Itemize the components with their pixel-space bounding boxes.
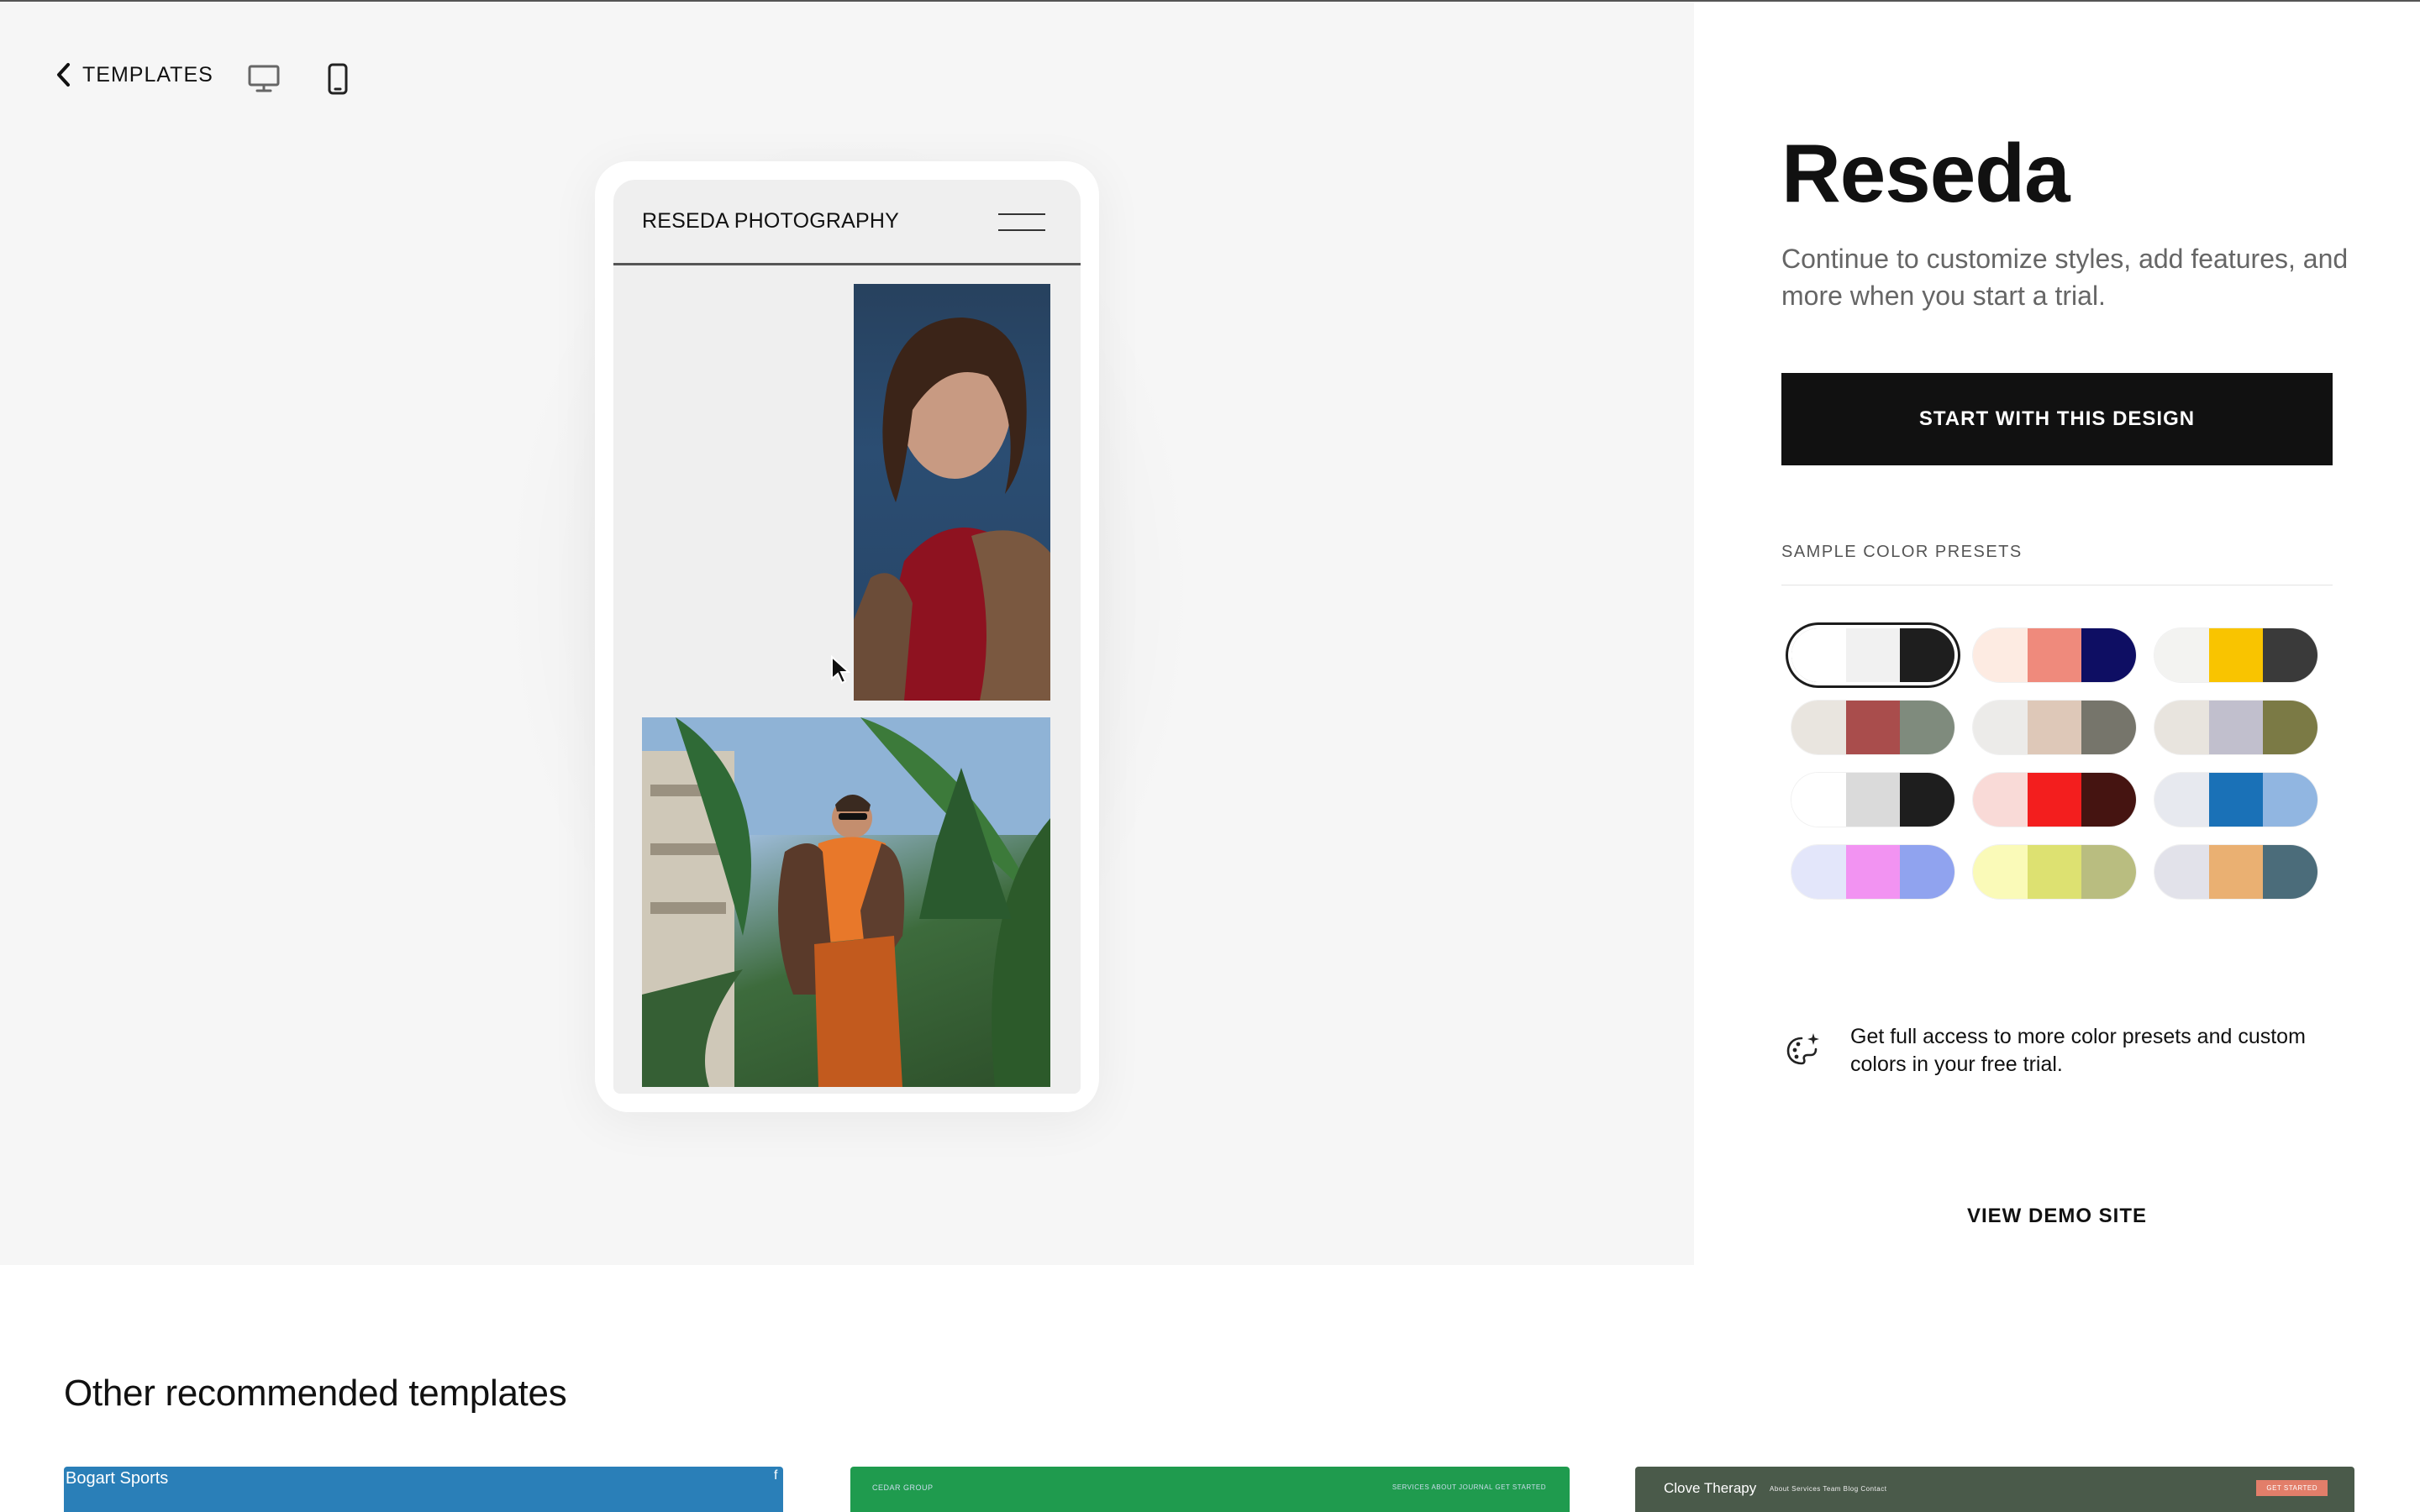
swatch-color: [2027, 845, 2082, 899]
swatch-color: [2263, 701, 2317, 754]
swatch-color: [2027, 773, 2082, 827]
swatch-color: [2263, 845, 2317, 899]
back-to-templates-link[interactable]: TEMPLATES: [55, 62, 213, 87]
swatch-color: [1973, 845, 2028, 899]
view-demo-site-link[interactable]: VIEW DEMO SITE: [1781, 1205, 2333, 1228]
swatch-color: [1900, 628, 1954, 682]
swatch-color: [1973, 773, 2028, 827]
swatch-color: [1900, 773, 1954, 827]
color-preset-swatch[interactable]: [1791, 701, 1954, 754]
portrait-photo: [854, 284, 1050, 701]
swatch-color: [1791, 701, 1846, 754]
swatch-color: [1845, 628, 1901, 682]
mobile-preview-frame: RESEDA PHOTOGRAPHY: [595, 161, 1099, 1112]
swatch-color: [2154, 845, 2209, 899]
hamburger-menu-icon[interactable]: [998, 213, 1045, 232]
swatch-color: [2263, 628, 2317, 682]
color-preset-swatch[interactable]: [1973, 628, 2136, 682]
color-preset-swatch[interactable]: [1973, 845, 2136, 899]
color-preset-swatch[interactable]: [2154, 773, 2317, 827]
mobile-preview-screen: RESEDA PHOTOGRAPHY: [613, 180, 1081, 1094]
color-preset-swatch[interactable]: [1791, 628, 1954, 682]
mobile-view-button[interactable]: [319, 60, 356, 97]
site-title: RESEDA PHOTOGRAPHY: [642, 209, 899, 233]
swatch-color: [1845, 701, 1901, 754]
swatch-color: [2154, 773, 2209, 827]
swatch-color: [1845, 845, 1901, 899]
swatch-color: [2208, 845, 2264, 899]
swatch-color: [2081, 845, 2136, 899]
swatch-color: [1900, 845, 1954, 899]
card-nav-links: About Services Team Blog Contact: [1770, 1485, 1887, 1493]
swatch-color: [1791, 773, 1846, 827]
swatch-color: [2208, 701, 2264, 754]
swatch-color: [1791, 845, 1846, 899]
color-preset-swatch[interactable]: [1973, 773, 2136, 827]
recommended-template-card-clove-therapy[interactable]: Clove Therapy About Services Team Blog C…: [1635, 1467, 2354, 1512]
card-title: CEDAR GROUP: [872, 1483, 934, 1492]
desktop-icon: [248, 65, 280, 92]
color-presets-heading: SAMPLE COLOR PRESETS: [1781, 543, 2023, 561]
color-preset-swatch[interactable]: [2154, 628, 2317, 682]
facebook-icon: f: [774, 1468, 778, 1483]
swatch-color: [1973, 701, 2028, 754]
start-with-this-design-button[interactable]: START WITH THIS DESIGN: [1781, 373, 2333, 465]
template-title: Reseda: [1781, 127, 2070, 219]
color-preset-swatch[interactable]: [1791, 845, 1954, 899]
swatch-color: [1845, 773, 1901, 827]
trial-promo-text: Get full access to more color presets an…: [1850, 1025, 2306, 1076]
street-photo: [642, 717, 1050, 1087]
recommended-template-card-cedar-group[interactable]: CEDAR GROUP SERVICES ABOUT JOURNAL GET S…: [850, 1467, 1570, 1512]
card-title: Clove Therapy: [1664, 1480, 1757, 1496]
template-subtitle: Continue to customize styles, add featur…: [1781, 244, 2349, 311]
card-title: Bogart Sports: [66, 1469, 169, 1488]
desktop-view-button[interactable]: [245, 60, 282, 97]
color-preset-swatch[interactable]: [1791, 773, 1954, 827]
mobile-icon: [328, 63, 348, 95]
site-header: RESEDA PHOTOGRAPHY: [613, 180, 1081, 265]
swatch-color: [2027, 701, 2082, 754]
swatch-color: [2208, 773, 2264, 827]
chevron-left-icon: [57, 63, 70, 87]
card-cta: GET STARTED: [2256, 1480, 2328, 1496]
swatch-color: [2154, 628, 2209, 682]
swatch-color: [2027, 628, 2082, 682]
swatch-color: [2081, 628, 2136, 682]
swatch-color: [1791, 628, 1846, 682]
swatch-color: [1973, 628, 2028, 682]
color-preset-swatch[interactable]: [2154, 845, 2317, 899]
color-preset-swatch[interactable]: [2154, 701, 2317, 754]
card-nav-links: SERVICES ABOUT JOURNAL GET STARTED: [1392, 1483, 1546, 1491]
swatch-color: [2208, 628, 2264, 682]
recommended-template-card-bogart-sports[interactable]: Bogart Sports f: [64, 1467, 783, 1512]
back-label: TEMPLATES: [82, 62, 213, 87]
swatch-color: [1900, 701, 1954, 754]
template-preview-pane: TEMPLATES RESEDA PHOTOGRAPHY: [0, 2, 1694, 1265]
palette-sparkle-icon: [1786, 1033, 1819, 1065]
swatch-color: [2081, 701, 2136, 754]
color-preset-swatch[interactable]: [1973, 701, 2136, 754]
swatch-color: [2081, 773, 2136, 827]
recommended-templates-heading: Other recommended templates: [64, 1373, 567, 1414]
mouse-cursor-icon: [831, 655, 850, 685]
swatch-color: [2263, 773, 2317, 827]
swatch-color: [2154, 701, 2209, 754]
